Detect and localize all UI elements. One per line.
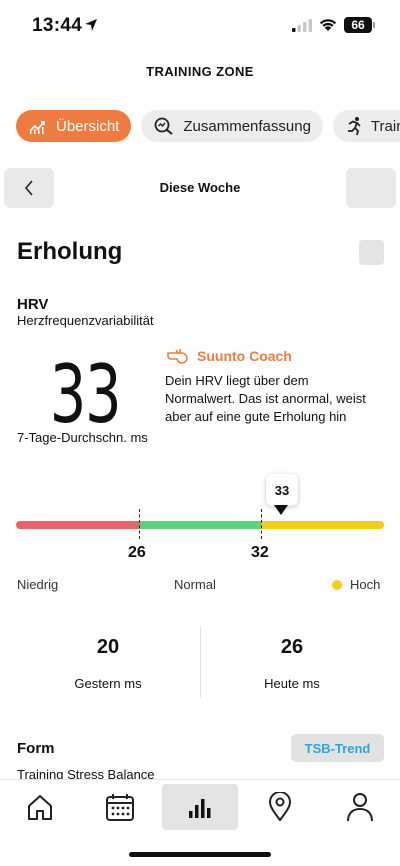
nav-home[interactable] xyxy=(2,784,78,830)
home-icon xyxy=(28,795,52,820)
legend-high-dot xyxy=(332,580,342,590)
hrv-title: HRV xyxy=(17,296,49,313)
nav-training-zone[interactable] xyxy=(162,784,238,830)
legend-normal: Normal xyxy=(174,577,216,592)
hrv-value: 33 xyxy=(49,348,122,441)
current-value-marker: 33 xyxy=(266,474,298,506)
range-tick-low: 26 xyxy=(128,544,146,561)
info-button[interactable] xyxy=(359,240,384,265)
form-title: Form xyxy=(17,740,55,757)
hrv-average-label: 7-Tage-Durchschn. ms xyxy=(17,430,148,445)
tab-uebersicht[interactable]: Übersicht xyxy=(16,110,132,142)
week-label: Diese Woche xyxy=(159,180,241,195)
tab-training[interactable]: Traini xyxy=(332,110,400,142)
page-title: TRAINING ZONE xyxy=(146,64,254,79)
section-title: Erholung xyxy=(17,238,123,265)
yesterday-value: 20 xyxy=(96,636,120,658)
range-segment-normal xyxy=(139,521,261,529)
wifi-icon xyxy=(319,19,337,31)
status-time: 13:44 xyxy=(32,15,83,36)
home-indicator[interactable] xyxy=(129,852,271,857)
search-icon xyxy=(154,117,173,135)
bar-chart-icon xyxy=(189,799,211,818)
coach-message: Dein HRV liegt über dem Normalwert. Das … xyxy=(165,373,366,424)
range-divider-low xyxy=(139,509,140,539)
nav-calendar[interactable] xyxy=(82,784,158,830)
chart-icon xyxy=(29,121,45,134)
battery-indicator: 66 xyxy=(344,17,372,33)
coach-title: Suunto Coach xyxy=(197,348,292,364)
cellular-signal-icon xyxy=(292,19,312,32)
marker-pointer xyxy=(274,505,288,515)
coach-header: Suunto Coach xyxy=(165,348,292,364)
tab-bar: Übersicht Zusammenfassung Traini xyxy=(16,110,400,142)
status-bar: 13:44 66 xyxy=(0,0,400,52)
battery-tip xyxy=(373,22,375,28)
nav-profile[interactable] xyxy=(322,784,398,830)
location-arrow-icon xyxy=(85,19,97,31)
profile-icon xyxy=(347,793,373,822)
nav-map[interactable] xyxy=(242,784,318,830)
legend-high: Hoch xyxy=(350,577,381,592)
range-segment-high xyxy=(261,521,384,529)
runner-icon xyxy=(347,117,361,136)
hrv-subtitle: Herzfrequenzvariabilität xyxy=(17,313,154,328)
range-segment-low xyxy=(16,521,139,529)
range-tick-high: 32 xyxy=(251,544,269,561)
calendar-icon xyxy=(106,794,134,821)
tab-zusammenfassung[interactable]: Zusammenfassung xyxy=(141,110,323,142)
today-label: Heute ms xyxy=(264,676,320,691)
tab-label: Übersicht xyxy=(56,117,120,135)
range-divider-high xyxy=(261,509,262,539)
tab-label: Zusammenfassung xyxy=(183,117,311,135)
whistle-icon xyxy=(167,349,188,364)
next-week-button[interactable] xyxy=(346,168,396,208)
legend-low: Niedrig xyxy=(17,577,59,592)
today-value: 26 xyxy=(280,636,304,658)
yesterday-label: Gestern ms xyxy=(74,676,142,691)
tab-label: Traini xyxy=(370,117,400,135)
tsb-trend-button[interactable]: TSB-Trend xyxy=(291,734,384,762)
map-pin-icon xyxy=(268,792,292,822)
